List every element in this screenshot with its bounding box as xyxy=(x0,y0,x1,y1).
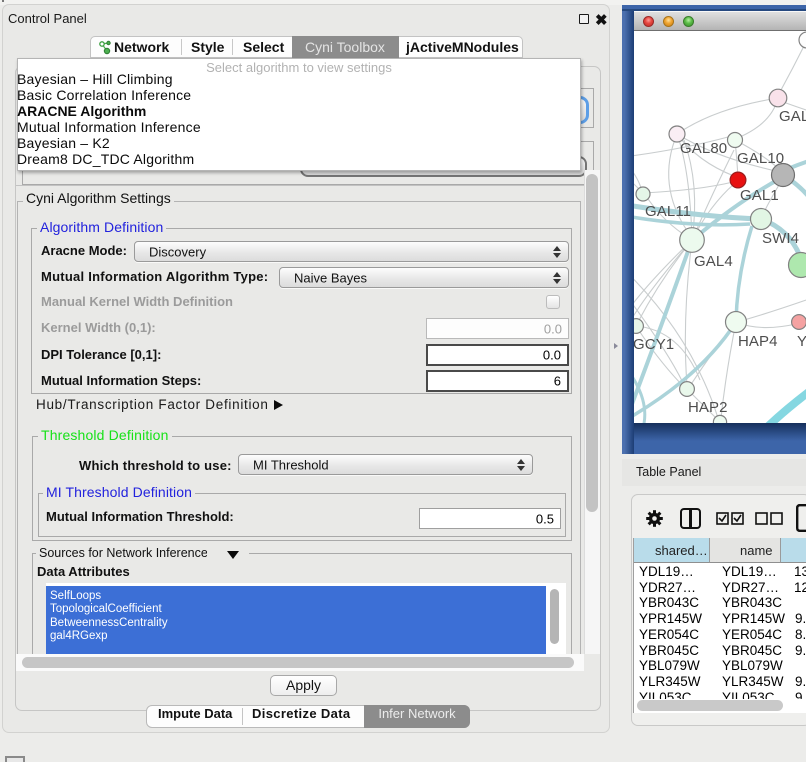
svg-text:GAL7: GAL7 xyxy=(779,108,806,125)
svg-text:Y: Y xyxy=(797,333,806,350)
svg-text:GCY1: GCY1 xyxy=(634,336,674,353)
svg-text:HAP2: HAP2 xyxy=(688,399,728,416)
svg-text:GAL10: GAL10 xyxy=(737,150,784,167)
svg-text:GAL80: GAL80 xyxy=(680,140,727,157)
svg-text:GAL11: GAL11 xyxy=(645,203,691,220)
svg-text:GAL4: GAL4 xyxy=(694,253,733,270)
svg-text:GAL1: GAL1 xyxy=(740,187,779,204)
svg-text:SWI4: SWI4 xyxy=(762,230,799,247)
svg-text:HAP4: HAP4 xyxy=(738,333,778,350)
